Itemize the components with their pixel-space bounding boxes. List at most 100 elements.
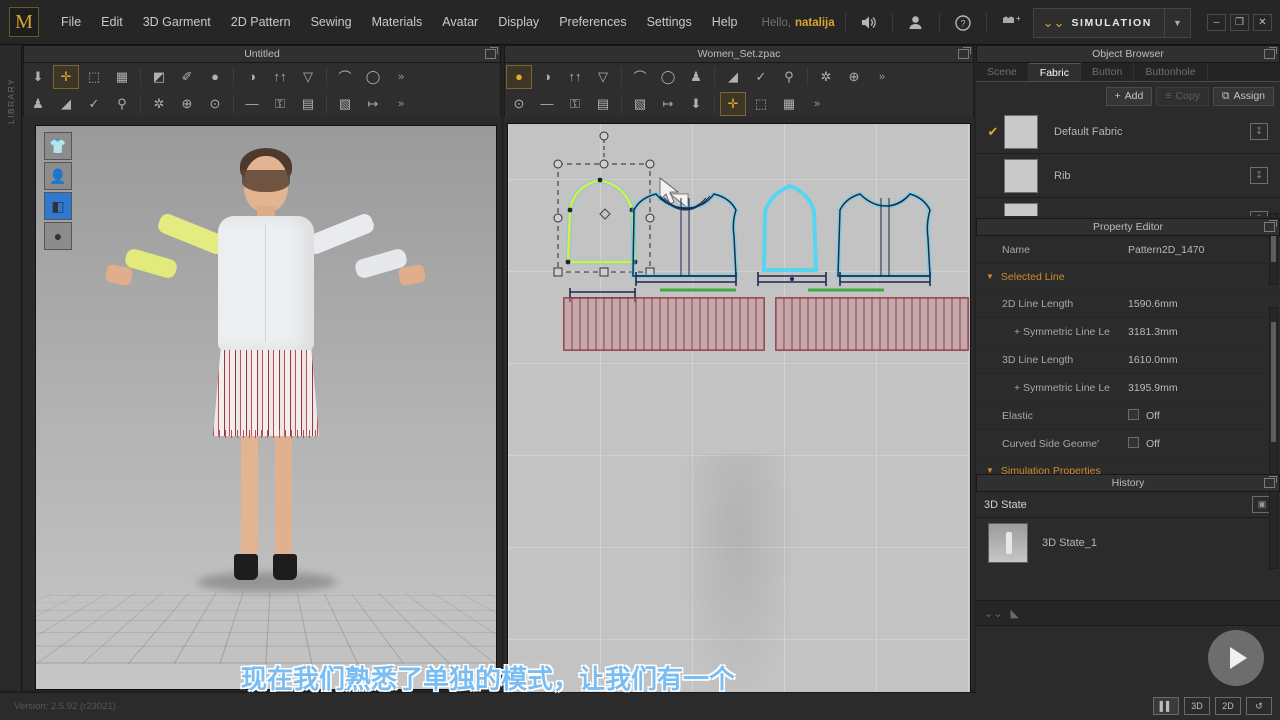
pattern-pieces-svg[interactable]	[508, 124, 971, 720]
animation-chevron-icon[interactable]: ⌄⌄	[976, 607, 1010, 620]
split-line-tool-icon[interactable]: ⌒	[627, 65, 653, 89]
fabric-list[interactable]: ✔ Default Fabric ↧ Rib ↧ ↧	[976, 110, 1280, 216]
fold-press-tool-icon[interactable]: ▧	[627, 92, 653, 116]
zipper-tool-icon[interactable]: ⚲	[109, 92, 135, 116]
zipper-2d-tool-icon[interactable]: ↦	[655, 92, 681, 116]
property-group-header[interactable]: ▼ Selected Line	[976, 264, 1280, 290]
tab-scene[interactable]: Scene	[976, 63, 1029, 81]
viewport-2d-canvas[interactable]	[507, 123, 971, 720]
window-3d-float-icon[interactable]	[485, 47, 498, 59]
property-value[interactable]: 3195.9mm	[1128, 382, 1178, 394]
view-2d-button[interactable]: 2D	[1215, 697, 1241, 715]
fabric-save-icon[interactable]: ↧	[1250, 123, 1268, 140]
add-garment-icon[interactable]: +	[997, 10, 1023, 36]
property-row[interactable]: + Symmetric Line Le 3181.3mm	[976, 318, 1280, 346]
fabric-swatch[interactable]	[1004, 158, 1038, 193]
sync-down-tool-icon[interactable]: ⬇	[25, 65, 51, 89]
property-scroll-thumb[interactable]	[1271, 322, 1276, 442]
window-2d-float-icon[interactable]	[958, 47, 971, 59]
avatar-3d-model[interactable]	[101, 148, 431, 688]
show-skin-toggle[interactable]: ●	[44, 222, 72, 250]
property-row[interactable]: Curved Side Geome' Off	[976, 430, 1280, 458]
property-checkbox[interactable]	[1128, 437, 1139, 448]
menu-item-preferences[interactable]: Preferences	[549, 9, 636, 35]
toolbar-overflow-icon[interactable]: »	[388, 65, 414, 89]
edit-sew-tool-icon[interactable]: ▤	[590, 92, 616, 116]
fabric-row[interactable]: Rib ↧	[976, 154, 1280, 198]
property-group-header[interactable]: ▼ Simulation Properties	[976, 458, 1280, 475]
view-3d-button[interactable]: 3D	[1184, 697, 1210, 715]
button-tool-icon[interactable]: ⊕	[174, 92, 200, 116]
property-value[interactable]: Off	[1128, 437, 1160, 450]
garment-pleated-skirt[interactable]	[213, 340, 319, 436]
polygon-tool-icon[interactable]: ♟	[683, 65, 709, 89]
garment-pin-tool-icon[interactable]: ◑	[239, 65, 265, 89]
property-row[interactable]: 2D Line Length 1590.6mm	[976, 290, 1280, 318]
toolbar-overflow-icon[interactable]: »	[804, 92, 830, 116]
show-avatar-toggle[interactable]: 👤	[44, 162, 72, 190]
fabric-swatch[interactable]	[1004, 202, 1038, 216]
property-row[interactable]: + Symmetric Line Le 3195.9mm	[976, 374, 1280, 402]
edit-curve-point-tool-icon[interactable]: ◑	[534, 65, 560, 89]
minimize-button[interactable]: –	[1207, 14, 1226, 31]
avatar-fit-tool-icon[interactable]: ◢	[53, 92, 79, 116]
add-point-tool-icon[interactable]: ▽	[590, 65, 616, 89]
menu-item-sewing[interactable]: Sewing	[301, 9, 362, 35]
property-value[interactable]: 1610.0mm	[1128, 354, 1178, 366]
animation-record-icon[interactable]: ◣	[1010, 607, 1028, 620]
rectangle-tool-icon[interactable]: ◢	[720, 65, 746, 89]
internal-rectangle-tool-icon[interactable]: ✲	[813, 65, 839, 89]
fabric-selected-check-icon[interactable]: ✔	[982, 124, 1004, 140]
select-mesh-tool-icon[interactable]: ▦	[109, 65, 135, 89]
avatar-pose-tool-icon[interactable]: ♟	[25, 92, 51, 116]
property-value[interactable]: Off	[1128, 409, 1160, 422]
garment-top-bodice[interactable]	[218, 216, 314, 350]
property-row[interactable]: Elastic Off	[976, 402, 1280, 430]
close-button[interactable]: ✕	[1253, 14, 1272, 31]
symmetry-tool-icon[interactable]: ↦	[360, 92, 386, 116]
line-tool-icon[interactable]: —	[239, 92, 265, 116]
user-icon[interactable]	[903, 10, 929, 36]
internal-polygon-tool-icon[interactable]: ⚲	[776, 65, 802, 89]
help-icon[interactable]: ?	[950, 10, 976, 36]
restore-button[interactable]: ❐	[1230, 14, 1249, 31]
animation-bar[interactable]: ⌄⌄ ◣	[976, 600, 1280, 626]
menu-item-materials[interactable]: Materials	[362, 9, 433, 35]
curve-tool-icon[interactable]: ⌒	[332, 65, 358, 89]
button-garment-tool-icon[interactable]: ✲	[146, 92, 172, 116]
edit-curvature-tool-icon[interactable]: ↑↑	[562, 65, 588, 89]
property-editor-float-icon[interactable]	[1264, 220, 1277, 232]
property-value[interactable]: Pattern2D_1470	[1128, 244, 1204, 256]
object-browser-float-icon[interactable]	[1264, 47, 1277, 59]
add-button[interactable]: + Add	[1105, 86, 1153, 106]
history-item[interactable]: 3D State_1	[976, 518, 1280, 568]
tab-buttonhole[interactable]: Buttonhole	[1134, 63, 1208, 81]
edit-grading-tool-icon[interactable]: ▦	[776, 92, 802, 116]
menu-item-file[interactable]: File	[51, 9, 91, 35]
garment-sleeve-right[interactable]	[303, 211, 377, 257]
split-view-button[interactable]: ▌▌	[1153, 697, 1179, 715]
buttonhole-tool-icon[interactable]: ⊙	[202, 92, 228, 116]
garment-fold-tool-icon[interactable]: ▽	[295, 65, 321, 89]
menu-item-display[interactable]: Display	[488, 9, 549, 35]
mode-dropdown-icon[interactable]: ▼	[1164, 8, 1190, 37]
menu-item-2d-pattern[interactable]: 2D Pattern	[221, 9, 301, 35]
menu-item-3d-garment[interactable]: 3D Garment	[133, 9, 221, 35]
internal-circle-tool-icon[interactable]: ⊕	[841, 65, 867, 89]
menu-item-help[interactable]: Help	[702, 9, 748, 35]
pleat-tool-icon[interactable]: ✛	[720, 91, 746, 116]
circumference-tool-icon[interactable]: ◯	[360, 65, 386, 89]
tack-tool-icon[interactable]: ●	[202, 65, 228, 89]
select-mesh-box-tool-icon[interactable]: ⬚	[81, 65, 107, 89]
plane-tool-icon[interactable]: ▤	[295, 92, 321, 116]
circle-tool-icon[interactable]: ✓	[748, 65, 774, 89]
segment-sew-tool-icon[interactable]: —	[534, 92, 560, 116]
fabric-save-icon[interactable]: ↧	[1250, 211, 1268, 216]
property-editor-body[interactable]: Name Pattern2D_1470 ▼ Selected Line 2D Line …	[976, 236, 1280, 474]
mode-selector[interactable]: ⌄⌄ SIMULATION ▼	[1032, 7, 1191, 38]
property-value[interactable]: 1590.6mm	[1128, 298, 1178, 310]
property-checkbox[interactable]	[1128, 409, 1139, 420]
avatar-measure-tool-icon[interactable]: ✓	[81, 92, 107, 116]
toolbar-overflow-icon[interactable]: »	[388, 92, 414, 116]
show-fabric-toggle[interactable]: ◧	[44, 192, 72, 220]
